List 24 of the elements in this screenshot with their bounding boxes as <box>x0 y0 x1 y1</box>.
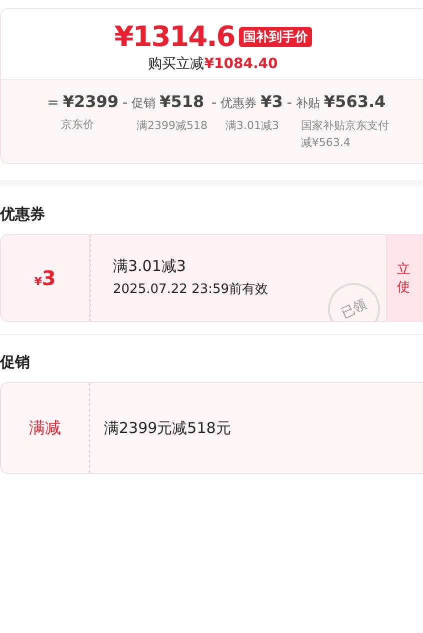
breakdown-note: 国家补贴京东支付减¥563.4 <box>300 118 390 151</box>
breakdown-note: 满2399减518 <box>136 118 208 134</box>
operator-sign: - <box>212 95 217 111</box>
breakdown-note: 京东价 <box>60 117 96 133</box>
breakdown-amount: ¥2399 <box>62 92 119 111</box>
operator-sign: - <box>122 95 128 111</box>
operator-sign: - <box>286 95 292 111</box>
breakdown-amount: ¥518 <box>160 92 204 111</box>
breakdown-label: 补贴 <box>296 95 320 112</box>
promotion-text: 满2399元减518元 <box>103 418 231 438</box>
final-price: ¥1314.6 <box>114 21 235 53</box>
breakdown-amount: ¥563.4 <box>324 92 386 111</box>
breakdown-label: 优惠券 <box>220 95 257 112</box>
breakdown-note: 满3.01减3 <box>224 118 280 134</box>
price-badge: 国补到手价 <box>238 27 312 47</box>
operator-sign: = <box>47 95 59 111</box>
breakdown-amount: ¥3 <box>260 92 283 111</box>
use-coupon-button[interactable]: 立 使 <box>387 234 423 322</box>
saving-text: 购买立减¥1084.40 <box>148 55 278 73</box>
coupon-validity: 2025.07.22 23:59前有效 <box>113 281 270 298</box>
breakdown-label: 促销 <box>132 95 156 112</box>
coupon-condition: 满3.01减3 <box>113 257 187 276</box>
promotion-tag: 满减 <box>1 383 90 473</box>
coupon-value: ¥3 <box>34 266 56 290</box>
